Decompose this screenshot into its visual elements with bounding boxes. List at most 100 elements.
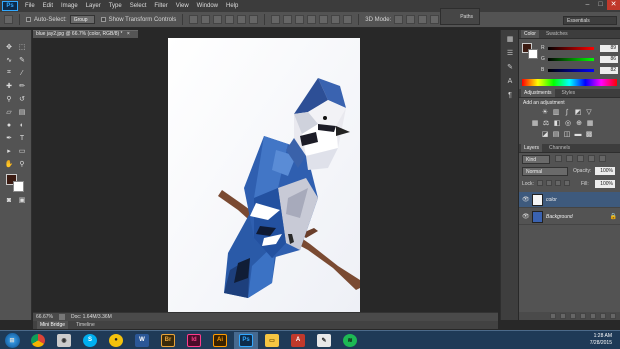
photoshop-taskbar-icon[interactable]: Ps bbox=[234, 331, 258, 349]
move-tool-preset-icon[interactable] bbox=[4, 15, 13, 24]
curves-icon[interactable]: ∫ bbox=[563, 108, 571, 116]
color-spectrum[interactable] bbox=[522, 79, 617, 86]
new-group-icon[interactable] bbox=[590, 313, 596, 319]
vibrance-icon[interactable]: ▽ bbox=[585, 108, 593, 116]
photo-filter-icon[interactable]: ◎ bbox=[564, 119, 572, 127]
show-transform-checkbox[interactable] bbox=[100, 17, 106, 22]
windows-start-icon[interactable]: ⊞ bbox=[0, 332, 24, 349]
camera-app-icon[interactable]: ◉ bbox=[52, 332, 76, 349]
tab-swatches[interactable]: Swatches bbox=[543, 30, 571, 38]
close-button[interactable]: ✕ bbox=[607, 0, 620, 10]
path-select-tool-icon[interactable]: ▸ bbox=[4, 146, 14, 156]
3d-rotate-icon[interactable] bbox=[394, 15, 404, 24]
quick-mask-icon[interactable]: ◙ bbox=[4, 195, 14, 205]
image-canvas[interactable] bbox=[168, 38, 360, 312]
align-bottom-icon[interactable] bbox=[213, 15, 223, 24]
chrome-icon[interactable] bbox=[26, 332, 50, 349]
auto-select-checkbox[interactable] bbox=[26, 17, 31, 22]
illustrator-icon[interactable]: Ai bbox=[208, 332, 232, 349]
opacity-input[interactable]: 100% bbox=[595, 167, 615, 175]
auto-align-icon[interactable] bbox=[343, 15, 353, 24]
black-white-icon[interactable]: ◧ bbox=[553, 119, 561, 127]
red-value[interactable]: 89 bbox=[600, 44, 618, 52]
layer-name[interactable]: Background bbox=[546, 214, 573, 220]
eraser-tool-icon[interactable]: ▱ bbox=[4, 107, 14, 117]
history-panel-icon[interactable]: ▦ bbox=[505, 34, 515, 44]
3d-roll-icon[interactable] bbox=[406, 15, 416, 24]
lock-all-icon[interactable] bbox=[564, 180, 570, 186]
character-panel-icon[interactable]: A bbox=[505, 76, 515, 86]
move-tool-icon[interactable]: ✥ bbox=[4, 42, 14, 52]
menu-window[interactable]: Window bbox=[193, 0, 222, 12]
menu-view[interactable]: View bbox=[172, 0, 193, 12]
clone-stamp-icon[interactable]: ⚲ bbox=[4, 94, 14, 104]
tab-layers[interactable]: Layers bbox=[521, 144, 543, 152]
new-adjustment-icon[interactable] bbox=[580, 313, 586, 319]
menu-filter[interactable]: Filter bbox=[150, 0, 171, 12]
eyedropper-tool-icon[interactable]: ⁄ bbox=[17, 68, 27, 78]
acrobat-icon[interactable]: A bbox=[286, 332, 310, 349]
document-tab[interactable]: blue jay2.jpg @ 66.7% (color, RGB/8) * × bbox=[33, 30, 138, 38]
exposure-icon[interactable]: ◩ bbox=[574, 108, 582, 116]
menu-edit[interactable]: Edit bbox=[39, 0, 57, 12]
color-lookup-icon[interactable]: ▦ bbox=[586, 119, 594, 127]
workspace-dropdown[interactable]: Essentials bbox=[563, 16, 617, 25]
word-icon[interactable]: W bbox=[130, 332, 154, 349]
crop-tool-icon[interactable]: ⌗ bbox=[4, 68, 14, 78]
eye-icon[interactable]: 👁 bbox=[522, 196, 530, 203]
file-explorer-icon[interactable]: ▭ bbox=[260, 332, 284, 349]
tab-color[interactable]: Color bbox=[521, 30, 539, 38]
filter-pixel-icon[interactable] bbox=[555, 155, 562, 162]
menu-file[interactable]: File bbox=[21, 0, 39, 12]
notes-icon[interactable]: ✎ bbox=[312, 332, 336, 349]
pen-tool-icon[interactable]: ✒ bbox=[4, 133, 14, 143]
color-balance-icon[interactable]: ⚖ bbox=[542, 119, 550, 127]
spotify-icon[interactable]: ≋ bbox=[338, 332, 362, 349]
menu-layer[interactable]: Layer bbox=[82, 0, 105, 12]
lock-position-icon[interactable] bbox=[555, 180, 561, 186]
tab-timeline[interactable]: Timeline bbox=[76, 321, 95, 329]
align-center-icon[interactable] bbox=[237, 15, 247, 24]
brightness-icon[interactable]: ☀ bbox=[541, 108, 549, 116]
menu-select[interactable]: Select bbox=[126, 0, 151, 12]
system-clock[interactable]: 1:28 AM 7/28/2015 bbox=[590, 333, 612, 347]
eye-icon[interactable]: 👁 bbox=[522, 213, 530, 220]
selective-color-icon[interactable]: ▩ bbox=[585, 130, 593, 138]
healing-brush-icon[interactable]: ✚ bbox=[4, 81, 14, 91]
menu-image[interactable]: Image bbox=[57, 0, 82, 12]
distribute-3-icon[interactable] bbox=[295, 15, 305, 24]
bridge-icon[interactable]: Br bbox=[156, 332, 180, 349]
link-layers-icon[interactable] bbox=[550, 313, 556, 319]
gradient-map-icon[interactable]: ▬ bbox=[574, 130, 582, 138]
filter-smart-object-icon[interactable] bbox=[599, 155, 606, 162]
align-right-icon[interactable] bbox=[249, 15, 259, 24]
channel-mixer-icon[interactable]: ⊕ bbox=[575, 119, 583, 127]
red-slider[interactable] bbox=[548, 46, 594, 50]
lasso-tool-icon[interactable]: ∿ bbox=[4, 55, 14, 65]
paths-workspace-button[interactable]: Paths bbox=[440, 8, 480, 25]
document-close-icon[interactable]: × bbox=[127, 31, 130, 37]
maximize-button[interactable]: □ bbox=[594, 0, 607, 10]
lock-transparency-icon[interactable] bbox=[537, 180, 543, 186]
layer-style-icon[interactable] bbox=[560, 313, 566, 319]
menu-type[interactable]: Type bbox=[105, 0, 126, 12]
align-top-icon[interactable] bbox=[189, 15, 199, 24]
layer-filter-dropdown[interactable]: Kind bbox=[522, 155, 550, 164]
minimize-button[interactable]: – bbox=[581, 0, 594, 10]
delete-layer-icon[interactable] bbox=[610, 313, 616, 319]
media-player-icon[interactable]: ● bbox=[104, 332, 128, 349]
filter-type-icon[interactable] bbox=[577, 155, 584, 162]
new-layer-icon[interactable] bbox=[600, 313, 606, 319]
blend-mode-dropdown[interactable]: Normal bbox=[522, 167, 568, 176]
skype-icon[interactable]: S bbox=[78, 332, 102, 349]
fill-input[interactable]: 100% bbox=[595, 180, 615, 188]
layer-row-color[interactable]: 👁 color bbox=[519, 192, 620, 208]
tab-mini-bridge[interactable]: Mini Bridge bbox=[37, 321, 69, 329]
background-color-swatch[interactable] bbox=[13, 181, 24, 192]
screen-mode-icon[interactable]: ▣ bbox=[17, 195, 27, 205]
3d-drag-icon[interactable] bbox=[418, 15, 428, 24]
green-slider[interactable] bbox=[548, 57, 594, 61]
marquee-tool-icon[interactable]: ⬚ bbox=[17, 42, 27, 52]
filter-shape-icon[interactable] bbox=[588, 155, 595, 162]
hue-saturation-icon[interactable]: ▦ bbox=[531, 119, 539, 127]
